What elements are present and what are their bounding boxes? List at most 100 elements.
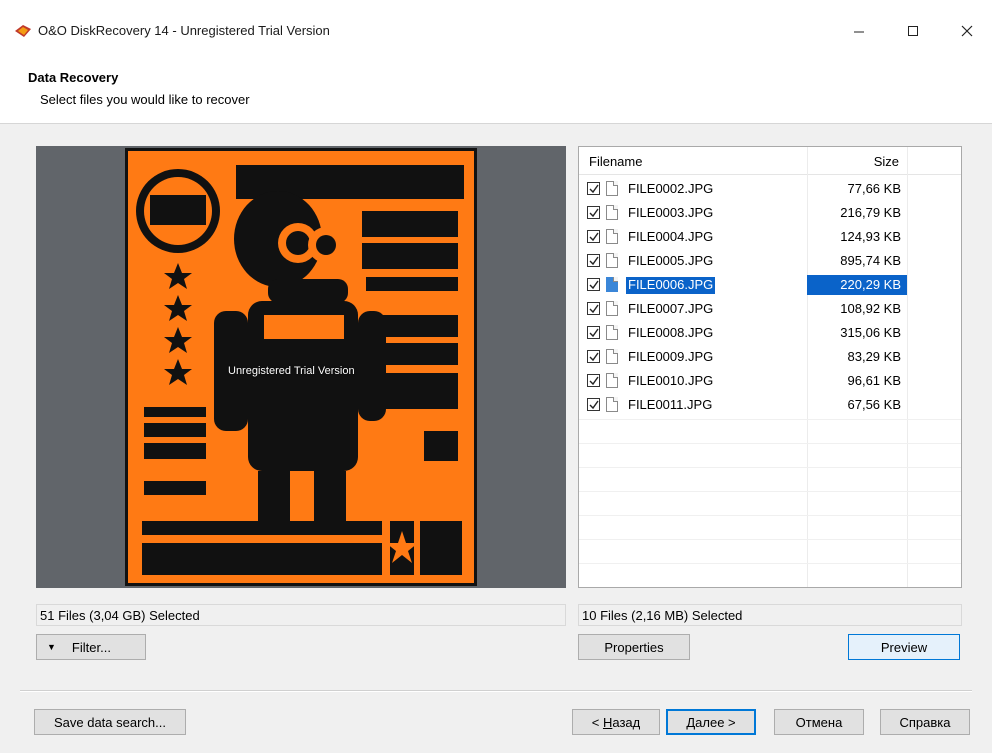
file-row[interactable]: FILE0005.JPG 895,74 KB	[579, 249, 909, 273]
next-label: алее >	[695, 714, 736, 730]
file-checkbox[interactable]	[587, 326, 600, 339]
file-name: FILE0005.JPG	[628, 253, 714, 268]
file-size: 895,74 KB	[840, 253, 901, 268]
page-title: Data Recovery	[28, 70, 119, 85]
maximize-icon	[908, 26, 918, 36]
file-row[interactable]: FILE0003.JPG 216,79 KB	[579, 201, 909, 225]
file-icon	[606, 253, 618, 268]
file-name: FILE0003.JPG	[628, 205, 714, 220]
close-icon	[961, 25, 973, 37]
file-name: FILE0010.JPG	[628, 373, 714, 388]
checkmark-icon	[589, 328, 599, 338]
file-icon	[606, 301, 618, 316]
save-data-search-button[interactable]: Save data search...	[34, 709, 186, 735]
file-icon	[606, 373, 618, 388]
minimize-icon	[854, 31, 864, 33]
grid-line	[579, 467, 961, 468]
file-name: FILE0011.JPG	[628, 397, 713, 412]
checkmark-icon	[589, 232, 599, 242]
file-icon	[606, 229, 618, 244]
file-name: FILE0004.JPG	[628, 229, 714, 244]
file-icon	[606, 181, 618, 196]
maximize-button[interactable]	[890, 14, 936, 48]
help-button[interactable]: Справка	[880, 709, 970, 735]
column-header-filename[interactable]: Filename	[589, 154, 642, 169]
watermark-text: Unregistered Trial Version	[228, 365, 355, 377]
file-checkbox[interactable]	[587, 182, 600, 195]
back-prefix: <	[591, 714, 603, 730]
file-icon	[606, 277, 618, 292]
file-icon	[606, 397, 618, 412]
file-icon	[606, 349, 618, 364]
file-icon	[606, 205, 618, 220]
file-checkbox[interactable]	[587, 278, 600, 291]
file-size: 216,79 KB	[840, 205, 901, 220]
grid-line	[579, 563, 961, 564]
checkmark-icon	[589, 304, 599, 314]
window-title: O&O DiskRecovery 14 - Unregistered Trial…	[38, 23, 330, 38]
app-icon	[15, 25, 31, 37]
file-row[interactable]: FILE0008.JPG 315,06 KB	[579, 321, 909, 345]
next-button[interactable]: Далее >	[666, 709, 756, 735]
file-row[interactable]: FILE0011.JPG 67,56 KB	[579, 393, 909, 417]
filter-button-label: Filter...	[71, 639, 111, 655]
file-row[interactable]: FILE0009.JPG 83,29 KB	[579, 345, 909, 369]
cancel-button[interactable]: Отмена	[774, 709, 864, 735]
filter-button[interactable]: ▼ Filter...	[36, 634, 146, 660]
file-row[interactable]: FILE0006.JPG 220,29 KB	[579, 273, 909, 297]
preview-button[interactable]: Preview	[848, 634, 960, 660]
file-name: FILE0002.JPG	[628, 181, 714, 196]
file-icon	[606, 325, 618, 340]
file-checkbox[interactable]	[587, 374, 600, 387]
file-list-header: Filename Size	[579, 147, 961, 175]
file-row[interactable]: FILE0004.JPG 124,93 KB	[579, 225, 909, 249]
column-header-size[interactable]: Size	[807, 154, 899, 169]
preview-image: Unregistered Trial Version	[125, 148, 477, 586]
checkmark-icon	[589, 400, 599, 410]
file-checkbox[interactable]	[587, 254, 600, 267]
properties-button[interactable]: Properties	[578, 634, 690, 660]
grid-line	[579, 491, 961, 492]
next-accesskey: Д	[686, 714, 696, 730]
file-size: 124,93 KB	[840, 229, 901, 244]
status-all-files: 51 Files (3,04 GB) Selected	[36, 604, 566, 626]
back-label: азад	[612, 714, 641, 730]
file-row[interactable]: FILE0002.JPG 77,66 KB	[579, 177, 909, 201]
image-preview-pane: Unregistered Trial Version	[36, 146, 566, 588]
checkmark-icon	[589, 376, 599, 386]
grid-line	[579, 419, 961, 420]
grid-line	[579, 539, 961, 540]
file-checkbox[interactable]	[587, 302, 600, 315]
grid-line	[579, 515, 961, 516]
wizard-header: Data Recovery Select files you would lik…	[0, 62, 992, 124]
file-size: 315,06 KB	[840, 325, 901, 340]
file-name: FILE0008.JPG	[628, 325, 714, 340]
file-list[interactable]: Filename Size FILE0002.JPG 77,66 KB FILE00…	[578, 146, 962, 588]
file-checkbox[interactable]	[587, 230, 600, 243]
file-checkbox[interactable]	[587, 206, 600, 219]
file-size: 108,92 KB	[840, 301, 901, 316]
file-row[interactable]: FILE0010.JPG 96,61 KB	[579, 369, 909, 393]
checkmark-icon	[589, 184, 599, 194]
title-bar: O&O DiskRecovery 14 - Unregistered Trial…	[0, 0, 992, 62]
page-subtitle: Select files you would like to recover	[40, 92, 250, 107]
status-selected-files: 10 Files (2,16 MB) Selected	[578, 604, 962, 626]
file-size: 220,29 KB	[840, 277, 901, 292]
checkmark-icon	[589, 352, 599, 362]
file-size: 67,56 KB	[847, 397, 902, 412]
footer-divider	[20, 690, 972, 692]
file-size: 96,61 KB	[847, 373, 902, 388]
checkmark-icon	[589, 280, 599, 290]
close-button[interactable]	[944, 14, 990, 48]
file-checkbox[interactable]	[587, 350, 600, 363]
file-name: FILE0006.JPG	[626, 277, 716, 294]
file-row[interactable]: FILE0007.JPG 108,92 KB	[579, 297, 909, 321]
grid-line	[579, 443, 961, 444]
checkmark-icon	[589, 256, 599, 266]
file-name: FILE0007.JPG	[628, 301, 714, 316]
minimize-button[interactable]	[836, 14, 882, 48]
back-accesskey: Н	[602, 714, 613, 730]
file-checkbox[interactable]	[587, 398, 600, 411]
file-size: 83,29 KB	[847, 349, 902, 364]
back-button[interactable]: < Назад	[572, 709, 660, 735]
